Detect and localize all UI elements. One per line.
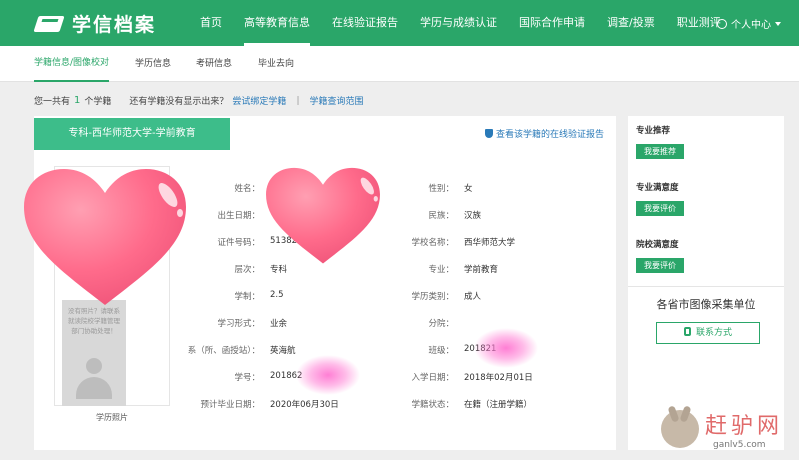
record-summary: 您一共有 1 个学籍 还有学籍没有显示出来？ 尝试绑定学籍 | 学籍查询范围 [34, 94, 364, 107]
degree-photo: 没有照片？请联系就读院校学籍管理部门协助处理！ [62, 300, 126, 406]
site-watermark: 赶驴网 ganlv5.com [661, 406, 789, 454]
field-label-degree-type: 学历类别： [411, 292, 454, 302]
field-value-department: 英海航 [270, 346, 296, 356]
record-count: 1 [74, 95, 81, 106]
nav-degree-certification[interactable]: 学历与成绩认证 [420, 0, 497, 46]
field-label-enrollment-date: 入学日期： [411, 373, 454, 383]
nav-home[interactable]: 首页 [200, 0, 222, 46]
field-label-major: 专业： [428, 265, 454, 275]
phone-icon [683, 327, 691, 336]
field-value-expected-graduation: 2020年06月30日 [270, 400, 339, 410]
nav-survey[interactable]: 调查/投票 [607, 0, 655, 46]
privacy-heart-sticker-photo [24, 169, 186, 305]
bind-record-link[interactable]: 尝试绑定学籍 [232, 94, 286, 107]
chevron-down-icon [775, 21, 781, 26]
field-value-study-mode: 业余 [270, 319, 288, 329]
field-label-expected-graduation: 预计毕业日期： [200, 400, 260, 410]
field-label-student-number: 学号： [234, 373, 260, 383]
right-sidebar: 专业推荐 我要推荐 专业满意度 我要评价 院校满意度 我要评价 各省市图像采集单… [628, 116, 784, 450]
field-value-status: 在籍（注册学籍） [464, 400, 533, 410]
field-label-duration: 学制： [234, 292, 260, 302]
image-collection-units-title: 各省市图像采集单位 [656, 298, 756, 311]
user-center-label: 个人中心 [731, 20, 771, 31]
privacy-blur-student-number [296, 355, 360, 395]
privacy-blur-class [474, 328, 538, 368]
summary-prefix: 您一共有 [34, 97, 71, 107]
tab-student-status[interactable]: 学籍信息/图像校对 [34, 46, 110, 82]
field-label-gender: 性别： [428, 184, 454, 194]
school-satisfaction-title: 院校满意度 [636, 240, 679, 250]
top-navigation-bar: 学信档案 首页 高等教育信息 在线验证报告 学历与成绩认证 国际合作申请 调查/… [0, 0, 799, 46]
tab-exam-info[interactable]: 考研信息 [196, 46, 232, 82]
field-label-status: 学籍状态： [411, 400, 454, 410]
tab-degree-info[interactable]: 学历信息 [135, 46, 171, 82]
field-label-ethnicity: 民族： [428, 211, 454, 221]
verification-report-link[interactable]: 查看该学籍的在线验证报告 [484, 127, 604, 140]
logo-text: 学信档案 [72, 13, 157, 36]
watermark-title: 赶驴网 [705, 414, 784, 439]
nav-career-test[interactable]: 职业测评 [677, 0, 721, 46]
field-label-school-name: 学校名称： [411, 238, 454, 248]
user-center-menu[interactable]: 个人中心 [717, 16, 781, 31]
missing-question: 还有学籍没有显示出来？ [129, 97, 229, 107]
major-recommend-title: 专业推荐 [636, 126, 671, 136]
verification-report-label: 查看该学籍的在线验证报告 [495, 130, 604, 140]
user-icon [717, 18, 727, 29]
field-value-duration: 2.5 [270, 290, 284, 300]
tab-graduation-destination[interactable]: 毕业去向 [258, 46, 294, 82]
field-value-ethnicity: 汉族 [464, 211, 482, 221]
field-label-level: 层次： [234, 265, 260, 275]
rate-major-button[interactable]: 我要评价 [636, 201, 684, 216]
logo[interactable]: 学信档案 [36, 10, 156, 36]
field-label-branch: 分院： [428, 319, 454, 329]
major-recommend-block: 专业推荐 我要推荐 [636, 124, 684, 159]
field-value-enrollment-date: 2018年02月01日 [464, 373, 533, 383]
field-value-school-name: 西华师范大学 [464, 238, 516, 248]
donkey-logo-icon [661, 410, 699, 448]
shield-icon [484, 129, 493, 138]
major-satisfaction-block: 专业满意度 我要评价 [636, 181, 684, 216]
summary-suffix: 个学籍 [84, 97, 112, 107]
field-label-id-number: 证件号码： [217, 238, 260, 248]
field-label-department: 系（所、函授站）： [187, 346, 260, 356]
query-scope-link[interactable]: 学籍查询范围 [309, 94, 363, 107]
logo-icon [36, 12, 66, 34]
field-value-gender: 女 [464, 184, 473, 194]
nav-higher-education[interactable]: 高等教育信息 [244, 0, 310, 46]
field-label-study-mode: 学习形式： [217, 319, 260, 329]
field-label-name: 姓名： [234, 184, 260, 194]
nav-international[interactable]: 国际合作申请 [519, 0, 585, 46]
school-tag: 专科-西华师范大学-学前教育 [34, 118, 230, 150]
nav-online-verification[interactable]: 在线验证报告 [332, 0, 398, 46]
major-satisfaction-title: 专业满意度 [636, 183, 679, 193]
summary-separator: | [296, 95, 300, 106]
person-placeholder-icon [76, 358, 112, 402]
rate-school-button[interactable]: 我要评价 [636, 258, 684, 273]
field-value-major: 学前教育 [464, 265, 499, 275]
degree-photo-label: 学历照片 [96, 413, 128, 422]
school-satisfaction-block: 院校满意度 我要评价 [636, 238, 684, 273]
field-label-class: 班级： [428, 346, 454, 356]
field-value-degree-type: 成人 [464, 292, 482, 302]
watermark-site: ganlv5.com [713, 440, 766, 450]
photo-missing-hint: 没有照片？请联系就读院校学籍管理部门协助处理！ [68, 307, 120, 335]
contact-button-label: 联系方式 [695, 328, 732, 338]
field-label-birthdate: 出生日期： [217, 211, 260, 221]
sidebar-divider [628, 286, 784, 287]
recommend-button[interactable]: 我要推荐 [636, 144, 684, 159]
sub-navigation: 学籍信息/图像校对 学历信息 考研信息 毕业去向 [0, 46, 799, 82]
privacy-heart-sticker-name [266, 167, 380, 264]
main-nav: 首页 高等教育信息 在线验证报告 学历与成绩认证 国际合作申请 调查/投票 职业… [200, 0, 743, 46]
contact-button[interactable]: 联系方式 [656, 322, 760, 344]
